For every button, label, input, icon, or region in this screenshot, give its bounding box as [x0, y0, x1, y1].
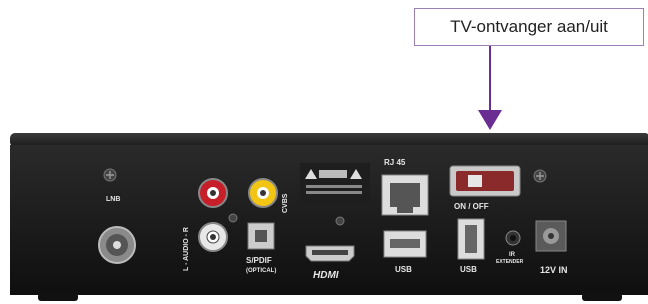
tv-receiver-back-panel: LNB L - AUDIO - R CVBS S/PDIF (OPTICAL) …	[10, 133, 648, 301]
power-12v-label: 12V IN	[540, 265, 568, 275]
screw-hdmi-icon	[335, 216, 345, 226]
ir-sub-label: EXTENDER	[496, 259, 524, 265]
audio-label: L - AUDIO - R	[183, 227, 190, 271]
on-off-label: ON / OFF	[454, 202, 489, 211]
lnb-label: LNB	[106, 196, 120, 203]
device-top-edge	[10, 133, 648, 147]
warning-label-sticker	[300, 163, 370, 203]
device-foot-left	[38, 293, 78, 301]
screw-mid-icon	[228, 213, 238, 223]
ir-label: IR	[509, 252, 516, 258]
callout-arrow-line	[489, 46, 491, 112]
spdif-sub-label: (OPTICAL)	[246, 268, 276, 274]
rj45-label: RJ 45	[384, 158, 406, 167]
hdmi-label: HDMI	[313, 270, 339, 281]
power-switch-button[interactable]	[456, 171, 514, 191]
power-callout-label: TV-ontvanger aan/uit	[414, 8, 644, 46]
usb-label-2: USB	[460, 265, 477, 274]
cvbs-label: CVBS	[282, 193, 289, 213]
spdif-label: S/PDIF	[246, 256, 272, 265]
usb-label-1: USB	[395, 265, 412, 274]
device-foot-right	[582, 293, 622, 301]
callout-arrow-head-icon	[478, 110, 502, 130]
